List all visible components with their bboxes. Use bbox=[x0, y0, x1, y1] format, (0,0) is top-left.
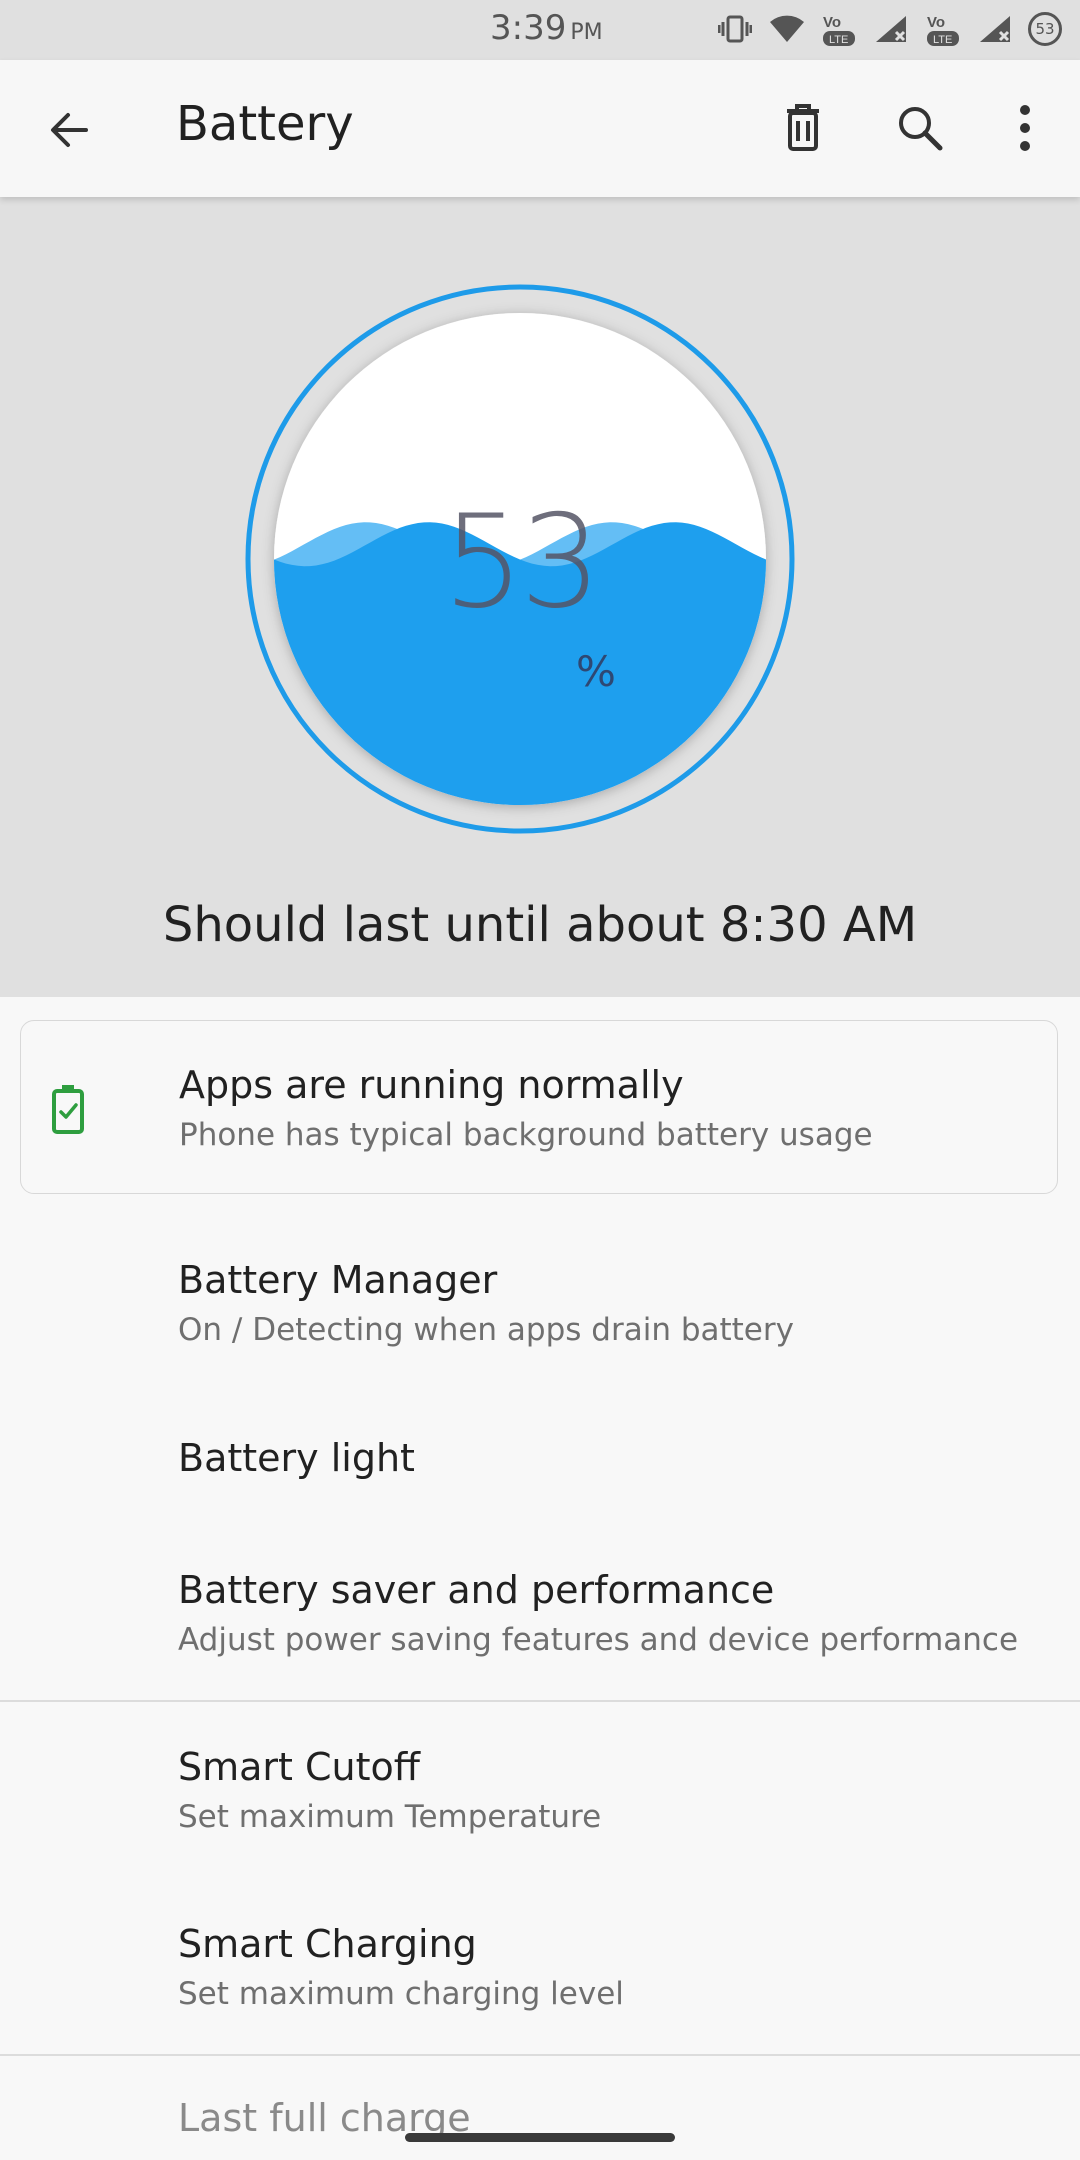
svg-text:Vo: Vo bbox=[823, 14, 841, 31]
item-title: Battery saver and performance bbox=[178, 1568, 775, 1612]
settings-item-smart-charging[interactable]: Smart Charging Set maximum charging leve… bbox=[0, 1894, 1080, 2034]
volte-icon: Vo LTE bbox=[820, 10, 858, 48]
status-bar: 3:39 PM Vo LTE Vo LTE 53 bbox=[0, 0, 1080, 60]
more-vert-icon[interactable] bbox=[995, 98, 1055, 158]
status-time: 3:39 PM bbox=[490, 8, 603, 48]
item-subtitle: Adjust power saving features and device … bbox=[178, 1622, 1019, 1658]
settings-item-battery-manager[interactable]: Battery Manager On / Detecting when apps… bbox=[0, 1230, 1080, 1370]
lte-label: LTE bbox=[933, 34, 952, 46]
settings-item-smart-cutoff[interactable]: Smart Cutoff Set maximum Temperature bbox=[0, 1717, 1080, 1857]
item-title: Smart Cutoff bbox=[178, 1745, 420, 1789]
settings-item-battery-saver[interactable]: Battery saver and performance Adjust pow… bbox=[0, 1540, 1080, 1680]
status-time-ampm: PM bbox=[570, 20, 603, 45]
item-subtitle: Set maximum charging level bbox=[178, 1976, 624, 2012]
divider bbox=[0, 2054, 1080, 2056]
tip-title: Apps are running normally bbox=[179, 1063, 684, 1107]
item-title: Smart Charging bbox=[178, 1922, 477, 1966]
battery-badge-icon: 53 bbox=[1028, 12, 1062, 46]
settings-item-battery-light[interactable]: Battery light bbox=[0, 1410, 1080, 1510]
vibrate-icon bbox=[716, 10, 754, 48]
gesture-nav-pill[interactable] bbox=[405, 2133, 675, 2142]
wifi-icon bbox=[768, 10, 806, 48]
volte-icon: Vo LTE bbox=[924, 10, 962, 48]
item-subtitle: On / Detecting when apps drain battery bbox=[178, 1312, 794, 1348]
battery-ok-icon bbox=[51, 1083, 85, 1139]
battery-tip-card[interactable]: Apps are running normally Phone has typi… bbox=[20, 1020, 1058, 1194]
signal-icon bbox=[976, 10, 1014, 48]
back-arrow-icon[interactable] bbox=[40, 100, 100, 160]
item-subtitle: Set maximum Temperature bbox=[178, 1799, 602, 1835]
search-icon[interactable] bbox=[890, 98, 950, 158]
battery-gauge: 53 % bbox=[244, 283, 796, 835]
delete-icon[interactable] bbox=[773, 98, 833, 158]
battery-percent-value: 53 bbox=[442, 488, 602, 637]
app-bar: Battery bbox=[0, 60, 1080, 197]
tip-subtitle: Phone has typical background battery usa… bbox=[179, 1117, 873, 1153]
status-time-value: 3:39 bbox=[490, 8, 567, 48]
signal-icon bbox=[872, 10, 910, 48]
battery-percent-sign: % bbox=[576, 647, 616, 696]
page-title: Battery bbox=[176, 96, 354, 152]
svg-text:Vo: Vo bbox=[927, 14, 945, 31]
battery-hero: 53 % Should last until about 8:30 AM bbox=[0, 197, 1080, 997]
item-title: Battery Manager bbox=[178, 1258, 498, 1302]
settings-item-last-full-charge: Last full charge bbox=[0, 2070, 1080, 2160]
lte-label: LTE bbox=[829, 34, 848, 46]
battery-estimate: Should last until about 8:30 AM bbox=[162, 897, 918, 953]
divider bbox=[0, 1700, 1080, 1702]
item-title: Battery light bbox=[178, 1436, 415, 1480]
